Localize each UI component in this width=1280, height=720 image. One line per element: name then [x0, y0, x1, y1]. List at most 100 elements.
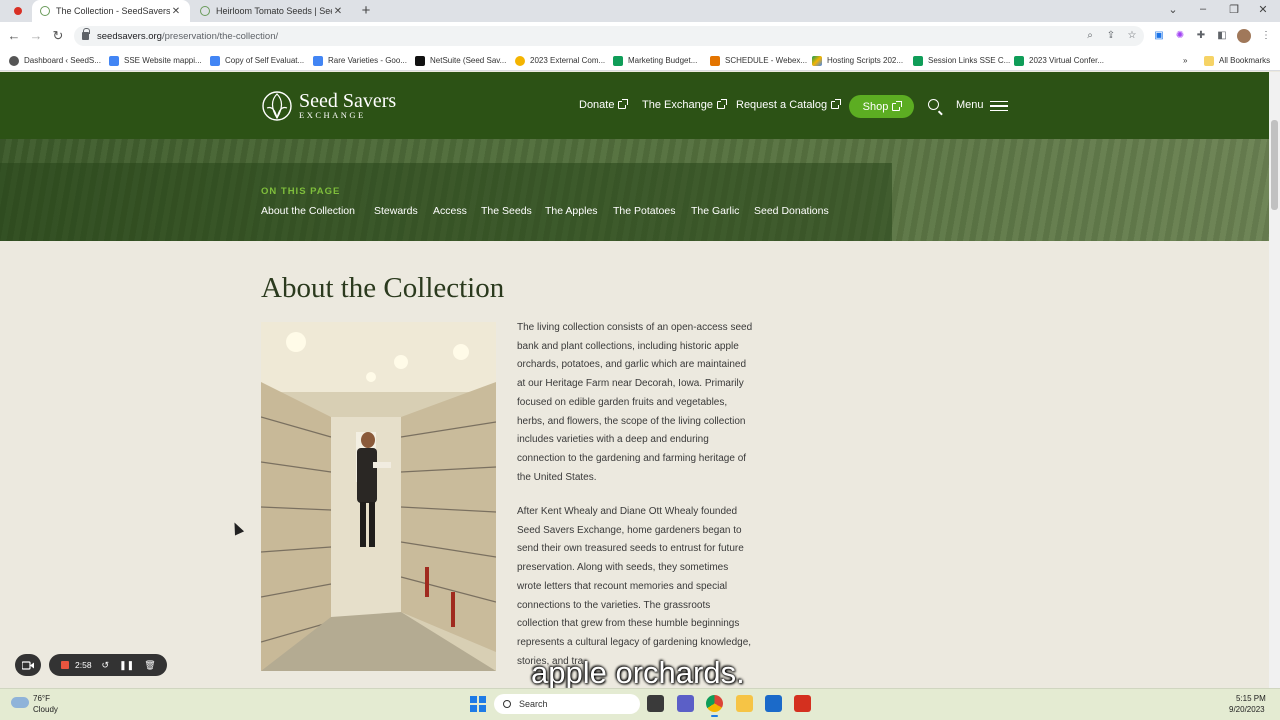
otp-link-about[interactable]: About the Collection	[261, 205, 355, 217]
url-path: /preservation/the-collection/	[161, 30, 279, 42]
cloud-weather-icon[interactable]	[11, 697, 29, 708]
acrobat-icon[interactable]	[794, 695, 811, 712]
external-link-icon	[892, 100, 903, 111]
tab-search-icon[interactable]: ⌄	[1166, 3, 1180, 16]
share-icon[interactable]: ⇪	[1105, 30, 1117, 42]
google-sheets-icon	[613, 55, 623, 66]
bookmark-item[interactable]: NetSuite (Seed Sav...	[415, 54, 506, 67]
taskbar-search[interactable]: Search	[494, 694, 640, 714]
bookmark-item[interactable]: 2023 External Com...	[515, 54, 605, 67]
taskbar-clock-date[interactable]: 9/20/2023	[1229, 705, 1265, 714]
bookmark-item[interactable]: Session Links SSE C...	[913, 54, 1010, 67]
recording-timer: 2:58	[75, 660, 92, 670]
bookmark-item[interactable]: Copy of Self Evaluat...	[210, 54, 304, 67]
address-bar[interactable]: seedsavers.org /preservation/the-collect…	[74, 26, 1144, 46]
close-window-icon[interactable]: ✕	[1256, 3, 1270, 16]
logo-title[interactable]: Seed Savers	[299, 91, 396, 111]
video-caption: apple orchards.	[531, 655, 745, 690]
shop-button[interactable]: Shop	[849, 95, 914, 118]
otp-link-access[interactable]: Access	[433, 205, 467, 217]
teams-chat-icon[interactable]	[677, 695, 694, 712]
donate-link[interactable]: Donate	[579, 99, 629, 111]
the-exchange-link[interactable]: The Exchange	[642, 99, 727, 111]
tab-label: Heirloom Tomato Seeds | Seed Sa	[216, 6, 332, 16]
wordpress-icon	[9, 55, 19, 66]
task-view-icon[interactable]	[647, 695, 664, 712]
folder-icon	[1204, 55, 1214, 66]
close-tab-icon[interactable]: ✕	[332, 6, 344, 17]
request-catalog-link[interactable]: Request a Catalog	[736, 99, 842, 111]
page-title: About the Collection	[261, 272, 505, 304]
hamburger-menu-icon[interactable]	[990, 101, 1008, 111]
tab-the-collection[interactable]: The Collection - SeedSavers ✕	[32, 0, 190, 22]
bookmarks-overflow-icon[interactable]: »	[1183, 54, 1187, 67]
bookmark-item[interactable]: Rare Varieties - Goo...	[313, 54, 407, 67]
logo-subtitle: EXCHANGE	[299, 110, 366, 120]
mouse-cursor-icon	[229, 520, 245, 536]
otp-link-apples[interactable]: The Apples	[545, 205, 598, 217]
netsuite-icon	[415, 55, 425, 66]
new-tab-button[interactable]: +	[358, 2, 374, 20]
google-docs-icon	[109, 55, 119, 66]
seed-savers-logo-icon[interactable]	[261, 88, 293, 122]
zoom-icon[interactable]: ⌕	[1084, 30, 1096, 42]
pause-icon[interactable]: ❚❚	[119, 660, 134, 671]
side-panel-icon[interactable]: ◧	[1216, 30, 1228, 42]
chrome-icon[interactable]	[706, 695, 723, 717]
windows-taskbar	[0, 688, 1280, 720]
google-sheets-icon	[913, 55, 923, 66]
extension-color-icon[interactable]: ✺	[1174, 30, 1186, 42]
back-icon[interactable]: ←	[6, 28, 22, 44]
restore-icon[interactable]: ❐	[1227, 3, 1241, 16]
external-link-icon	[716, 99, 727, 109]
google-drive-icon	[812, 55, 822, 66]
search-icon	[503, 700, 511, 708]
otp-link-potatoes[interactable]: The Potatoes	[613, 205, 675, 217]
file-explorer-icon[interactable]	[736, 695, 753, 712]
all-bookmarks[interactable]: All Bookmarks	[1204, 54, 1270, 67]
scrollbar-thumb[interactable]	[1271, 120, 1278, 210]
bookmark-item[interactable]: Marketing Budget...	[613, 54, 697, 67]
otp-link-garlic[interactable]: The Garlic	[691, 205, 739, 217]
otp-link-seeds[interactable]: The Seeds	[481, 205, 532, 217]
recording-indicator-icon	[14, 7, 22, 15]
weather-condition[interactable]: Cloudy	[33, 705, 58, 714]
camera-toggle-button[interactable]	[15, 654, 41, 676]
chrome-menu-icon[interactable]: ⋮	[1260, 30, 1272, 42]
extension-translate-icon[interactable]: ▣	[1153, 30, 1165, 42]
minimize-icon[interactable]: –	[1196, 3, 1210, 15]
close-tab-icon[interactable]: ✕	[170, 6, 182, 17]
slides-icon	[515, 55, 525, 66]
stop-recording-icon[interactable]	[61, 661, 69, 669]
site-search-icon[interactable]	[928, 99, 939, 110]
forward-icon[interactable]: →	[28, 28, 44, 44]
on-this-page-panel	[0, 163, 892, 241]
seedsavers-favicon-icon	[200, 6, 210, 16]
bookmark-item[interactable]: Hosting Scripts 202...	[812, 54, 903, 67]
tab-heirloom-tomato[interactable]: Heirloom Tomato Seeds | Seed Sa ✕	[192, 0, 352, 22]
profile-avatar[interactable]	[1237, 29, 1251, 43]
collection-paragraph-1: The living collection consists of an ope…	[517, 322, 753, 483]
bookmark-star-icon[interactable]: ☆	[1126, 30, 1138, 42]
windows-start-icon[interactable]	[470, 696, 486, 712]
bookmark-item[interactable]: SCHEDULE - Webex...	[710, 54, 807, 67]
menu-label[interactable]: Menu	[956, 99, 984, 111]
browser-toolbar: ← → ↻ seedsavers.org /preservation/the-c…	[0, 22, 1280, 50]
taskbar-clock-time[interactable]: 5:15 PM	[1236, 694, 1266, 703]
page-scrollbar[interactable]	[1269, 72, 1280, 688]
extensions-puzzle-icon[interactable]: ✚	[1195, 30, 1207, 42]
recording-controls: 2:58 ↺ ❚❚ 🗑	[49, 654, 167, 676]
reload-icon[interactable]: ↻	[50, 28, 66, 44]
bookmark-item[interactable]: Dashboard ‹ SeedS...	[9, 54, 101, 67]
otp-link-stewards[interactable]: Stewards	[374, 205, 418, 217]
weather-temperature[interactable]: 76°F	[33, 694, 50, 703]
netsuite-app-icon[interactable]	[765, 695, 782, 712]
bookmark-item[interactable]: 2023 Virtual Confer...	[1014, 54, 1104, 67]
restart-icon[interactable]: ↺	[102, 660, 110, 671]
external-link-icon	[831, 99, 842, 109]
bookmark-item[interactable]: SSE Website mappi...	[109, 54, 202, 67]
otp-link-seed-donations[interactable]: Seed Donations	[754, 205, 829, 217]
external-link-icon	[618, 99, 629, 109]
delete-icon[interactable]: 🗑	[144, 660, 155, 671]
url-host: seedsavers.org	[97, 30, 162, 42]
